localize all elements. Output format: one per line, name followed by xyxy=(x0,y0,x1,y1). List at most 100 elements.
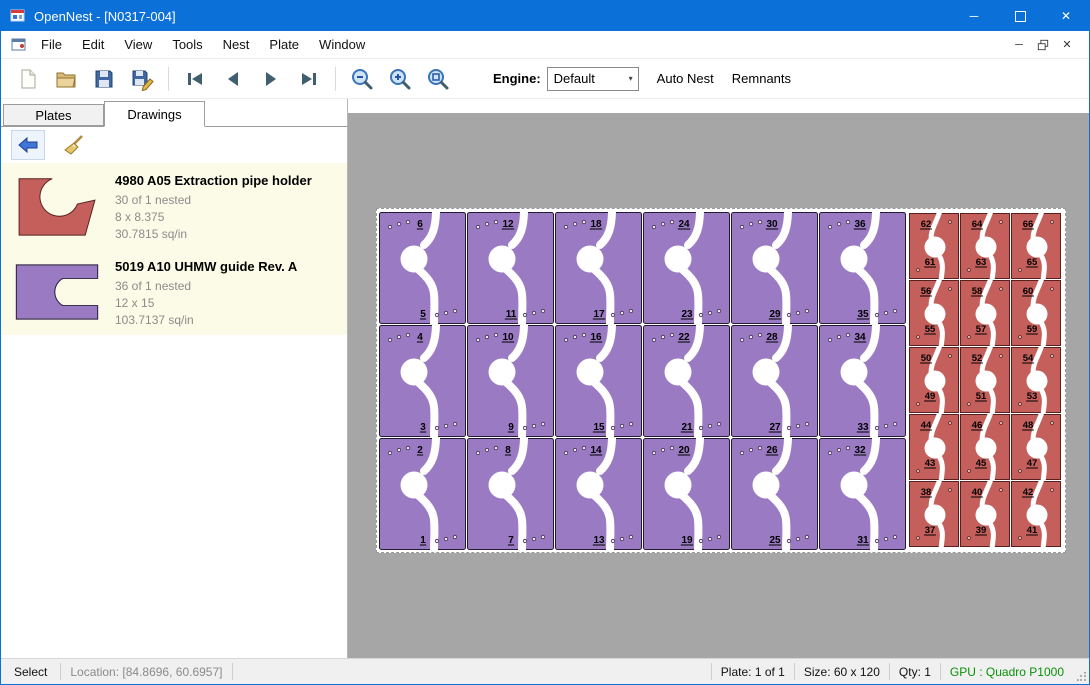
purple-part-pair[interactable]: 28 27 xyxy=(731,325,818,437)
open-button[interactable] xyxy=(51,64,81,94)
drawing-list: 4980 A05 Extraction pipe holder 30 of 1 … xyxy=(1,163,347,335)
save-button[interactable] xyxy=(89,64,119,94)
svg-text:28: 28 xyxy=(766,332,778,343)
svg-text:51: 51 xyxy=(976,391,987,402)
menu-edit[interactable]: Edit xyxy=(72,31,114,58)
svg-text:45: 45 xyxy=(976,458,987,469)
purple-part-pair[interactable]: 21 xyxy=(379,438,466,550)
red-part-pair[interactable]: 6463 xyxy=(960,213,1010,279)
drawing-area: 30.7815 sq/in xyxy=(115,226,341,243)
window-title: OpenNest - [N0317-004] xyxy=(34,9,176,24)
red-part-pair[interactable]: 5655 xyxy=(909,280,959,346)
new-button[interactable] xyxy=(13,64,43,94)
purple-part-pair[interactable]: 3635 xyxy=(819,212,906,324)
purple-part-pair[interactable]: 87 xyxy=(467,438,554,550)
svg-text:18: 18 xyxy=(590,219,602,230)
engine-dropdown[interactable]: Default ▾ xyxy=(547,67,639,91)
status-plate: Plate: 1 of 1 xyxy=(712,665,794,679)
close-button[interactable]: ✕ xyxy=(1043,1,1089,31)
tab-plates[interactable]: Plates xyxy=(3,104,104,126)
menu-nest[interactable]: Nest xyxy=(213,31,260,58)
red-part-pair[interactable]: 3837 xyxy=(909,481,959,547)
purple-part-pair[interactable]: 1211 xyxy=(467,212,554,324)
purple-part-pair[interactable]: 109 xyxy=(467,325,554,437)
status-size: Size: 60 x 120 xyxy=(795,665,889,679)
purple-part-pair[interactable]: 1413 xyxy=(555,438,642,550)
zoom-in-icon xyxy=(387,66,413,92)
mdi-restore-button[interactable] xyxy=(1031,35,1055,55)
clear-drawings-button[interactable] xyxy=(57,130,91,160)
red-part-pair[interactable]: 5049 xyxy=(909,347,959,413)
zoom-in-button[interactable] xyxy=(385,64,415,94)
red-part-pair[interactable]: 4241 xyxy=(1011,481,1061,547)
red-part-pair[interactable]: 4847 xyxy=(1011,414,1061,480)
drawing-meta: 4980 A05 Extraction pipe holder 30 of 1 … xyxy=(107,167,341,245)
import-drawing-button[interactable] xyxy=(11,130,45,160)
tab-drawings[interactable]: Drawings xyxy=(104,101,205,127)
first-plate-button[interactable] xyxy=(180,64,210,94)
drawing-item-uhmw-guide[interactable]: 5019 A10 UHMW guide Rev. A 36 of 1 neste… xyxy=(1,249,347,335)
menu-window[interactable]: Window xyxy=(309,31,375,58)
menu-tools[interactable]: Tools xyxy=(162,31,212,58)
red-part-pair[interactable]: 4039 xyxy=(960,481,1010,547)
svg-text:23: 23 xyxy=(681,309,693,320)
purple-part-pair[interactable]: 1615 xyxy=(555,325,642,437)
save-as-button[interactable] xyxy=(127,64,157,94)
purple-part-pair[interactable]: 2625 xyxy=(731,438,818,550)
purple-part-pair[interactable]: 3029 xyxy=(731,212,818,324)
purple-part-pair[interactable]: 43 xyxy=(379,325,466,437)
mdi-minimize-icon: ─ xyxy=(1015,39,1023,51)
red-part-pair[interactable]: 6261 xyxy=(909,213,959,279)
plate[interactable]: 6512111817242330293635431091615222128273… xyxy=(376,208,1066,553)
app-icon xyxy=(10,8,26,24)
svg-text:34: 34 xyxy=(854,332,866,343)
drawing-size: 8 x 8.375 xyxy=(115,209,341,226)
remnants-button[interactable]: Remnants xyxy=(732,71,791,86)
svg-text:21: 21 xyxy=(681,422,693,433)
drawing-item-extraction-pipe-holder[interactable]: 4980 A05 Extraction pipe holder 30 of 1 … xyxy=(1,163,347,249)
red-part-pair[interactable]: 5453 xyxy=(1011,347,1061,413)
red-part-pair[interactable]: 5857 xyxy=(960,280,1010,346)
red-part-pair[interactable]: 4645 xyxy=(960,414,1010,480)
purple-part-pair[interactable]: 3231 xyxy=(819,438,906,550)
maximize-button[interactable] xyxy=(997,1,1043,31)
purple-part-pair[interactable]: 65 xyxy=(379,212,466,324)
svg-text:27: 27 xyxy=(769,422,781,433)
minimize-icon: ─ xyxy=(970,9,979,23)
red-part-pair[interactable]: 4443 xyxy=(909,414,959,480)
purple-part-pair[interactable]: 3433 xyxy=(819,325,906,437)
svg-text:47: 47 xyxy=(1027,458,1038,469)
svg-text:7: 7 xyxy=(508,535,514,546)
drawing-size: 12 x 15 xyxy=(115,295,341,312)
purple-part-pair[interactable]: 2019 xyxy=(643,438,730,550)
svg-text:17: 17 xyxy=(593,309,605,320)
red-part-pair[interactable]: 6665 xyxy=(1011,213,1061,279)
purple-part-pair[interactable]: 1817 xyxy=(555,212,642,324)
minimize-button[interactable]: ─ xyxy=(951,1,997,31)
status-gpu: GPU : Quadro P1000 xyxy=(941,665,1073,679)
menu-file[interactable]: File xyxy=(31,31,72,58)
mdi-close-button[interactable]: ✕ xyxy=(1055,35,1079,55)
svg-text:31: 31 xyxy=(857,535,869,546)
auto-nest-button[interactable]: Auto Nest xyxy=(657,71,714,86)
red-part-pair[interactable]: 6059 xyxy=(1011,280,1061,346)
document-window-icon[interactable] xyxy=(11,38,27,52)
mdi-minimize-button[interactable]: ─ xyxy=(1007,35,1031,55)
mdi-restore-icon xyxy=(1037,39,1049,51)
toolbar-separator xyxy=(168,67,169,91)
svg-text:9: 9 xyxy=(508,422,514,433)
nest-canvas[interactable]: 6512111817242330293635431091615222128273… xyxy=(348,99,1089,658)
next-plate-button[interactable] xyxy=(256,64,286,94)
resize-grip[interactable] xyxy=(1073,659,1089,684)
red-part-pair[interactable]: 5251 xyxy=(960,347,1010,413)
zoom-fit-button[interactable] xyxy=(423,64,453,94)
last-plate-button[interactable] xyxy=(294,64,324,94)
previous-plate-button[interactable] xyxy=(218,64,248,94)
menu-view[interactable]: View xyxy=(114,31,162,58)
menu-plate[interactable]: Plate xyxy=(259,31,309,58)
purple-part-pair[interactable]: 2221 xyxy=(643,325,730,437)
purple-part-pair[interactable]: 2423 xyxy=(643,212,730,324)
svg-text:59: 59 xyxy=(1027,324,1038,335)
mdi-close-icon: ✕ xyxy=(1062,38,1071,51)
zoom-out-button[interactable] xyxy=(347,64,377,94)
